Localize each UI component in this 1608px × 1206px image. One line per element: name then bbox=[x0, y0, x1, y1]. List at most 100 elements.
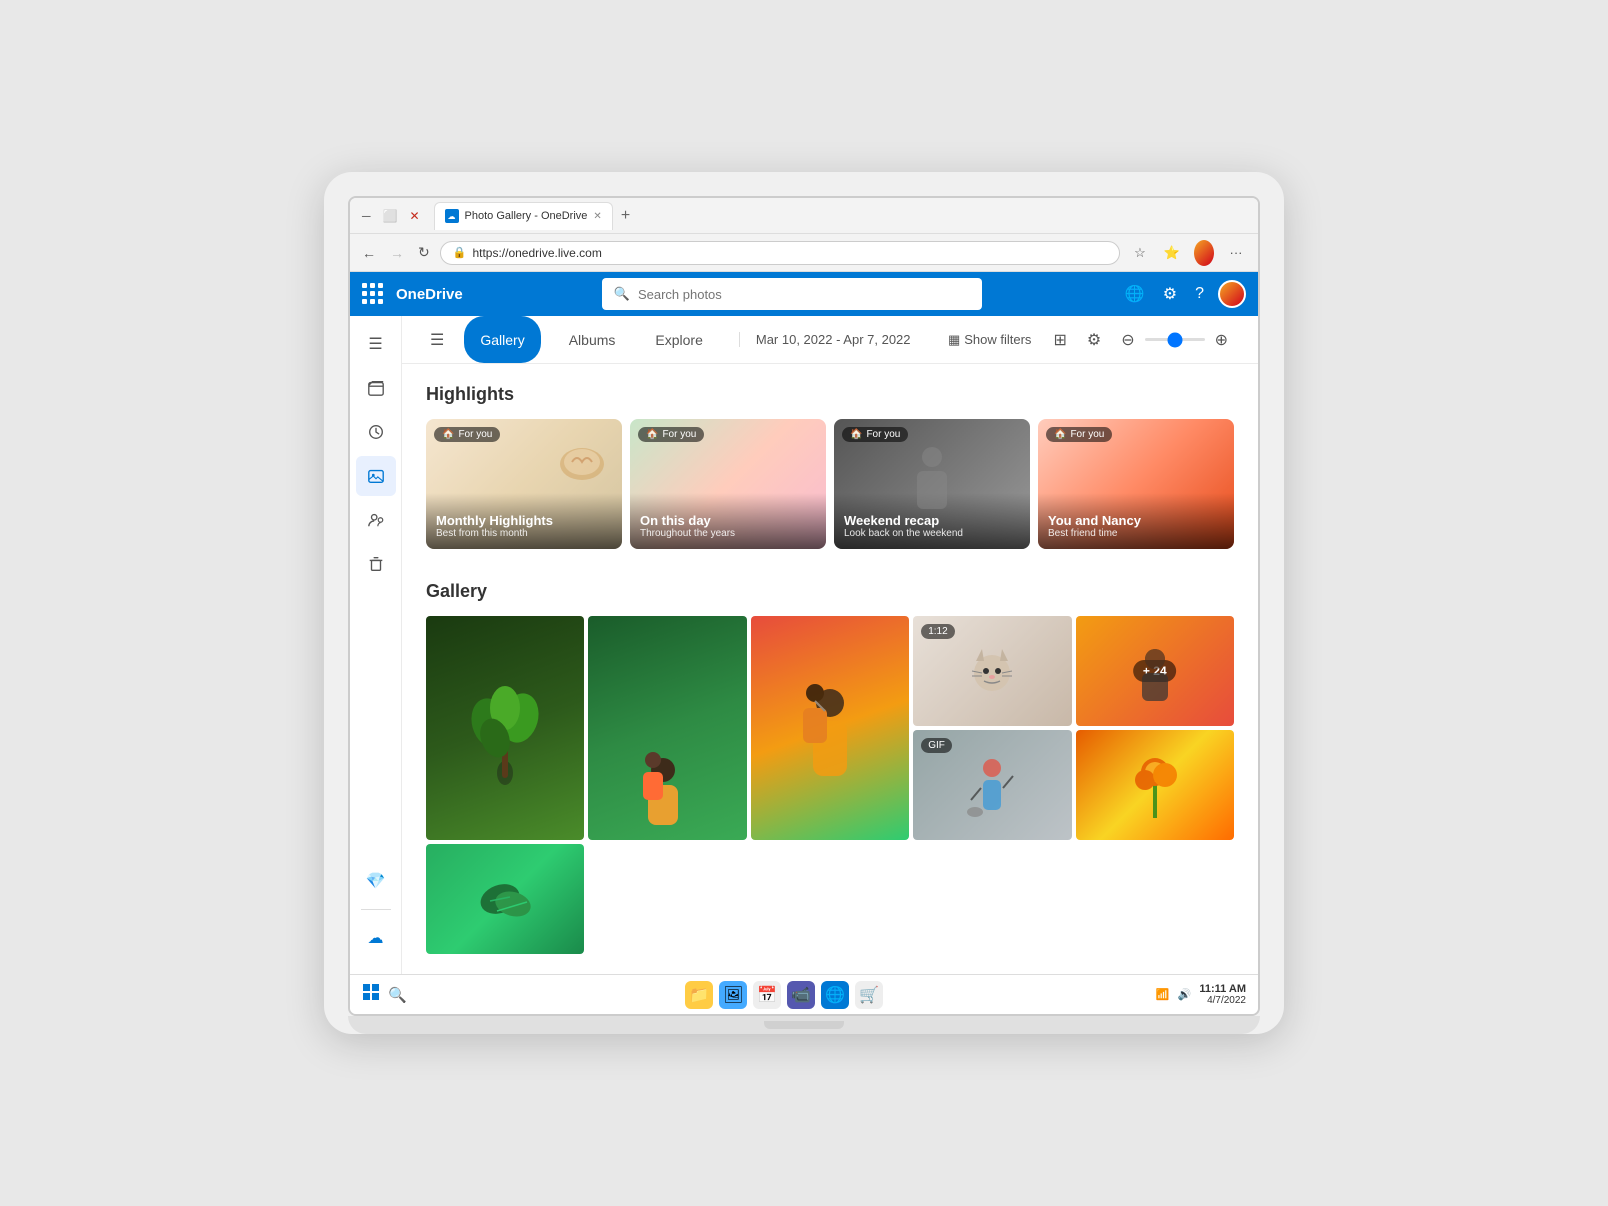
settings-icon[interactable]: ⚙ bbox=[1159, 280, 1181, 308]
view-toggle-button[interactable]: ⊞ bbox=[1047, 326, 1072, 354]
nav-actions: ☆ ⭐ ··· bbox=[1126, 239, 1250, 267]
sidebar-item-files[interactable] bbox=[356, 368, 396, 408]
taskbar-app-files[interactable]: 📁 bbox=[685, 981, 713, 1009]
show-filters-button[interactable]: ▦ Show filters bbox=[940, 328, 1040, 352]
highlight-card-monthly[interactable]: 🏠 For you Monthly Highlights Best from t… bbox=[426, 419, 622, 549]
gallery-item-cat[interactable]: 1:12 bbox=[913, 616, 1071, 726]
zoom-in-button[interactable]: ⊕ bbox=[1209, 328, 1234, 352]
tab-albums[interactable]: Albums bbox=[557, 316, 628, 363]
zoom-slider[interactable] bbox=[1145, 338, 1205, 341]
taskbar-apps: 📁 🖼 📅 📹 🌐 🛒 bbox=[413, 981, 1156, 1009]
help-icon[interactable]: ? bbox=[1191, 281, 1208, 307]
network-icon[interactable]: 🌐 bbox=[1121, 280, 1149, 308]
address-bar[interactable]: 🔒 https://onedrive.live.com bbox=[440, 241, 1120, 265]
maximize-button[interactable]: ⬜ bbox=[379, 205, 402, 227]
gallery-item-flowers[interactable] bbox=[1076, 730, 1234, 840]
gallery-item-family[interactable] bbox=[588, 616, 746, 840]
gallery-grid: 1:12 bbox=[426, 616, 1234, 954]
sidebar-item-photos[interactable] bbox=[356, 456, 396, 496]
favorites-icon[interactable]: ☆ bbox=[1126, 239, 1154, 267]
sidebar-item-shared[interactable] bbox=[356, 500, 396, 540]
taskbar-app-edge[interactable]: 🌐 bbox=[821, 981, 849, 1009]
new-tab-button[interactable]: + bbox=[615, 207, 636, 225]
taskbar-app-photos[interactable]: 🖼 bbox=[719, 981, 747, 1009]
tab-favicon: ☁ bbox=[445, 209, 459, 223]
active-tab[interactable]: ☁ Photo Gallery - OneDrive ✕ bbox=[434, 202, 613, 230]
taskbar-app-store[interactable]: 🛒 bbox=[855, 981, 883, 1009]
tab-gallery[interactable]: Gallery bbox=[464, 316, 540, 363]
card-subtitle: Best friend time bbox=[1048, 528, 1224, 539]
for-you-badge: 🏠 For you bbox=[1046, 427, 1112, 442]
waffle-dot bbox=[370, 283, 375, 288]
taskbar-app-meet[interactable]: 📹 bbox=[787, 981, 815, 1009]
laptop-base bbox=[348, 1016, 1260, 1034]
gallery-section: Gallery bbox=[426, 581, 1234, 954]
search-bar[interactable]: 🔍 bbox=[602, 278, 982, 310]
highlight-card-youandnancy[interactable]: 🏠 For you You and Nancy Best friend time bbox=[1038, 419, 1234, 549]
browser-nav: ← → ↻ 🔒 https://onedrive.live.com ☆ ⭐ ··… bbox=[350, 234, 1258, 272]
taskbar-right: 📶 🔊 11:11 AM 4/7/2022 bbox=[1156, 983, 1246, 1006]
date-range: Mar 10, 2022 - Apr 7, 2022 bbox=[739, 332, 911, 347]
user-avatar-appbar[interactable] bbox=[1218, 280, 1246, 308]
waffle-dot bbox=[362, 283, 367, 288]
taskbar-search-button[interactable]: 🔍 bbox=[388, 986, 407, 1004]
card-title: On this day bbox=[640, 513, 816, 528]
zoom-controls: ⊖ ⊕ bbox=[1115, 328, 1234, 352]
minimize-button[interactable]: ─ bbox=[358, 205, 375, 227]
for-you-icon: 🏠 bbox=[646, 429, 658, 440]
gallery-item-father[interactable] bbox=[751, 616, 909, 840]
sidebar-item-sync[interactable]: ☁ bbox=[356, 918, 396, 958]
app-bar: OneDrive 🔍 🌐 ⚙ ? bbox=[350, 272, 1258, 316]
taskbar-clock[interactable]: 11:11 AM 4/7/2022 bbox=[1199, 983, 1246, 1006]
laptop-notch bbox=[764, 1021, 844, 1029]
highlight-card-onthisday[interactable]: 🏠 For you On this day Throughout the yea… bbox=[630, 419, 826, 549]
gallery-title: Gallery bbox=[426, 581, 1234, 602]
gallery-item-leaves[interactable] bbox=[426, 844, 584, 954]
for-you-badge: 🏠 For you bbox=[434, 427, 500, 442]
highlights-title: Highlights bbox=[426, 384, 1234, 405]
tab-bar: ☁ Photo Gallery - OneDrive ✕ + bbox=[434, 202, 1250, 230]
profile-button[interactable] bbox=[1190, 239, 1218, 267]
refresh-button[interactable]: ↻ bbox=[414, 240, 434, 265]
wifi-icon: 📶 bbox=[1156, 988, 1170, 1001]
highlight-card-weekend[interactable]: 🏠 For you Weekend recap Look back on the… bbox=[834, 419, 1030, 549]
taskbar: 🔍 📁 🖼 📅 📹 🌐 🛒 📶 🔊 11:11 AM 4/7/2022 bbox=[350, 974, 1258, 1014]
content-area: Highlights 🏠 For you Monthly Highlights … bbox=[402, 364, 1258, 974]
close-button[interactable]: ✕ bbox=[405, 205, 423, 227]
zoom-out-button[interactable]: ⊖ bbox=[1115, 328, 1140, 352]
gallery-item-plant[interactable] bbox=[426, 616, 584, 840]
forward-button[interactable]: → bbox=[386, 241, 408, 265]
lock-icon: 🔒 bbox=[453, 246, 467, 259]
card-title: Weekend recap bbox=[844, 513, 1020, 528]
waffle-dot bbox=[362, 291, 367, 296]
settings-view-button[interactable]: ⚙ bbox=[1081, 326, 1107, 354]
collections-icon[interactable]: ⭐ bbox=[1158, 239, 1186, 267]
back-button[interactable]: ← bbox=[358, 241, 380, 265]
sidebar-item-recycle[interactable] bbox=[356, 544, 396, 584]
card-text-onthisday: On this day Throughout the years bbox=[630, 493, 826, 549]
window-controls: ─ ⬜ ✕ bbox=[358, 205, 424, 227]
tab-close-button[interactable]: ✕ bbox=[593, 211, 601, 222]
gallery-item-gif[interactable]: GIF bbox=[913, 730, 1071, 840]
sidebar-item-menu[interactable]: ☰ bbox=[356, 324, 396, 364]
waffle-menu-button[interactable] bbox=[362, 283, 384, 305]
waffle-dot bbox=[370, 299, 375, 304]
app-bar-actions: 🌐 ⚙ ? bbox=[1121, 280, 1246, 308]
sidebar-item-recent[interactable] bbox=[356, 412, 396, 452]
gallery-item-happy[interactable]: + 24 bbox=[1076, 616, 1234, 726]
sub-nav-right: ▦ Show filters ⊞ ⚙ ⊖ ⊕ bbox=[940, 326, 1234, 354]
search-input[interactable] bbox=[638, 287, 970, 302]
start-button[interactable] bbox=[362, 983, 380, 1006]
time-display: 11:11 AM bbox=[1199, 983, 1246, 995]
tab-explore[interactable]: Explore bbox=[643, 316, 714, 363]
hamburger-button[interactable]: ☰ bbox=[426, 326, 448, 354]
address-text: https://onedrive.live.com bbox=[472, 246, 1107, 260]
more-options-button[interactable]: ··· bbox=[1222, 239, 1250, 267]
sidebar-item-premium[interactable]: 💎 bbox=[356, 861, 396, 901]
card-text-youandnancy: You and Nancy Best friend time bbox=[1038, 493, 1234, 549]
taskbar-app-calendar[interactable]: 📅 bbox=[753, 981, 781, 1009]
card-title: Monthly Highlights bbox=[436, 513, 612, 528]
sub-nav: ☰ Gallery Albums Explore Mar 10, 2022 - … bbox=[402, 316, 1258, 364]
tab-title: Photo Gallery - OneDrive bbox=[465, 210, 588, 222]
waffle-dot bbox=[362, 299, 367, 304]
